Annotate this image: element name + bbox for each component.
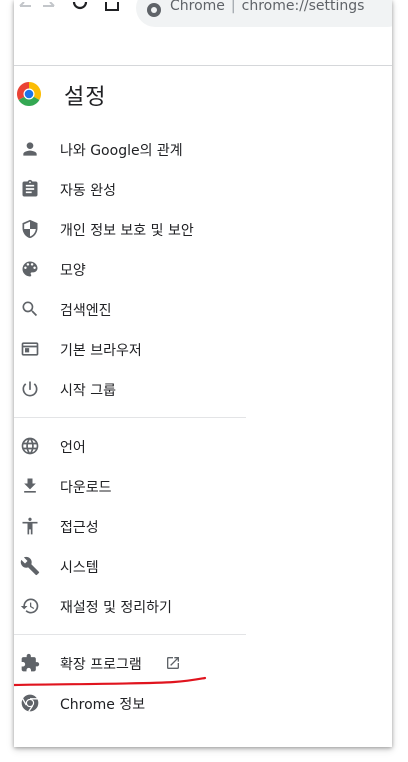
menu-item-accessibility[interactable]: 접근성	[14, 506, 254, 546]
menu-item-label: 나와 Google의 관계	[60, 143, 183, 159]
menu-item-reset-cleanup[interactable]: 재설정 및 정리하기	[14, 586, 254, 626]
forward-arrow-icon[interactable]	[42, 2, 58, 16]
menu-item-default-browser[interactable]: 기본 브라우저	[14, 329, 254, 369]
download-icon	[24, 478, 36, 493]
browser-toolbar: Chrome | chrome://settings	[14, 0, 392, 66]
globe-icon	[21, 437, 39, 455]
power-icon	[22, 381, 38, 397]
history-icon	[20, 598, 39, 614]
chrome-logo-icon	[21, 694, 39, 712]
search-icon	[22, 301, 38, 317]
menu-item-you-and-google[interactable]: 나와 Google의 관계	[14, 129, 254, 169]
palette-icon	[22, 261, 38, 277]
settings-header: 설정	[14, 65, 392, 125]
menu-item-system[interactable]: 시스템	[14, 546, 254, 586]
chrome-logo-icon	[17, 82, 41, 106]
menu-item-label: 시작 그룹	[60, 383, 116, 399]
settings-window: Chrome | chrome://settings 설정 나와 Google의 관…	[14, 0, 392, 747]
address-url: chrome://settings	[241, 0, 365, 14]
shield-icon	[22, 219, 38, 239]
menu-item-on-startup[interactable]: 시작 그룹	[14, 369, 254, 409]
back-arrow-icon[interactable]	[16, 2, 32, 16]
address-text: Chrome | chrome://settings	[170, 0, 364, 14]
reload-icon[interactable]	[72, 2, 88, 16]
menu-item-about-chrome[interactable]: Chrome 정보	[14, 683, 254, 723]
menu-item-appearance[interactable]: 모양	[14, 249, 254, 289]
accessibility-icon	[22, 517, 38, 535]
menu-item-label: 개인 정보 보호 및 보안	[60, 223, 194, 239]
menu-item-downloads[interactable]: 다운로드	[14, 466, 254, 506]
menu-item-label: 기본 브라우저	[60, 343, 142, 359]
menu-item-languages[interactable]: 언어	[14, 426, 254, 466]
menu-item-label: 모양	[60, 263, 86, 279]
site-name: Chrome	[170, 0, 225, 14]
menu-item-label: 다운로드	[60, 480, 112, 496]
menu-item-label: 검색엔진	[60, 303, 112, 319]
menu-item-label: 확장 프로그램	[60, 657, 142, 673]
chrome-site-icon	[147, 3, 161, 17]
menu-item-label: Chrome 정보	[60, 697, 146, 713]
menu-item-label: 언어	[60, 440, 86, 456]
address-separator: |	[230, 0, 236, 14]
person-icon	[23, 142, 37, 156]
menu-item-search-engine[interactable]: 검색엔진	[14, 289, 254, 329]
address-bar[interactable]: Chrome | chrome://settings	[136, 0, 392, 27]
menu-item-privacy-security[interactable]: 개인 정보 보호 및 보안	[14, 209, 254, 249]
menu-item-autofill[interactable]: 자동 완성	[14, 169, 254, 209]
puzzle-icon	[21, 653, 40, 672]
menu-divider	[14, 417, 246, 418]
menu-item-label: 자동 완성	[60, 183, 116, 199]
page-title: 설정	[64, 85, 107, 110]
wrench-icon	[20, 556, 40, 576]
browser-window-icon	[21, 342, 39, 356]
open-in-new-icon	[167, 657, 179, 669]
menu-item-label: 접근성	[60, 520, 99, 536]
menu-item-label: 시스템	[60, 560, 99, 576]
home-icon[interactable]	[104, 2, 120, 16]
menu-divider	[14, 634, 246, 635]
menu-item-label: 재설정 및 정리하기	[60, 600, 172, 616]
clipboard-icon	[22, 179, 38, 197]
